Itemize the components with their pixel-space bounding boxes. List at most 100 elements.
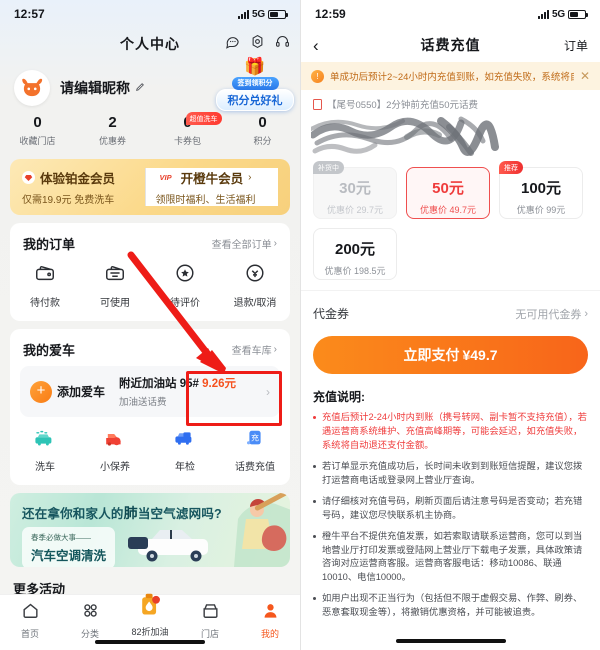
denomination-badge: 推荐 xyxy=(499,161,523,174)
tab-label: 首页 xyxy=(20,629,39,639)
status-indicators: 5G xyxy=(538,9,588,20)
pay-now-button[interactable]: 立即支付 ¥49.7 xyxy=(313,336,588,374)
page-title: 个人中心 xyxy=(120,36,180,52)
tab-label: 门店 xyxy=(200,629,219,639)
battery-icon xyxy=(568,9,588,19)
points-promo-badge[interactable]: 🎁 签到领积分 积分兑好礼 xyxy=(216,58,294,111)
vip-member-block[interactable]: VIP 开橙牛会员 › 领限时福利、生活福利 xyxy=(144,168,278,206)
promo-badge-main: 积分兑好礼 xyxy=(216,89,294,111)
message-icon[interactable] xyxy=(225,34,240,49)
home-indicator xyxy=(95,640,205,644)
stat-label: 卡券包 xyxy=(173,136,201,146)
bullet-icon xyxy=(313,464,316,468)
network-label: 5G xyxy=(252,8,265,20)
stat-item[interactable]: 0 积分 xyxy=(225,114,300,147)
denomination-card-100[interactable]: 推荐 100元 优惠价 99元 xyxy=(499,161,583,219)
banner-title-a: 还在拿你和家人的 xyxy=(22,507,124,521)
stat-label: 优惠券 xyxy=(98,136,126,146)
chevron-right-icon: › xyxy=(584,307,588,320)
tab-label: 分类 xyxy=(80,629,99,639)
chevron-right-icon: › xyxy=(248,172,252,183)
tab-fuel-discount[interactable]: 82折加油 xyxy=(120,593,180,638)
stat-item[interactable]: 超值洗车 0 卡券包 xyxy=(150,112,225,147)
promo-badge-top: 签到领积分 xyxy=(231,76,279,90)
maintenance-icon xyxy=(106,434,121,446)
order-item-unpaid[interactable]: 待付款 xyxy=(10,262,80,309)
refund-icon xyxy=(246,264,264,282)
denomination-amount: 200元 xyxy=(334,241,376,258)
sim-card-icon xyxy=(313,98,322,110)
tab-category[interactable]: 分类 xyxy=(60,601,120,640)
note-text: 如用户出现不正当行为（包括但不限于虚假交易、作弊、刷券、恶意套取现金等），将撤销… xyxy=(322,593,583,618)
coupon-value-group: 无可用代金券 › xyxy=(515,306,588,322)
tab-mine[interactable]: 我的 xyxy=(240,601,300,640)
tab-label: 82折加油 xyxy=(131,627,169,637)
service-car-wash[interactable]: 洗车 xyxy=(10,427,80,473)
notes-title: 充值说明: xyxy=(313,390,365,404)
service-maintenance[interactable]: 小保养 xyxy=(80,427,150,473)
tab-home[interactable]: 首页 xyxy=(0,601,60,640)
order-item-review[interactable]: 待评价 xyxy=(150,262,220,309)
note-item: 若订单显示充值成功后，长时间未收到到账短信提醒，建议您拨打运营商电话或登录网上营… xyxy=(301,460,600,495)
status-time: 12:59 xyxy=(315,7,346,21)
person-icon xyxy=(264,604,276,618)
stat-label: 收藏门店 xyxy=(19,136,56,146)
vip-chip: VIP xyxy=(155,171,176,184)
stat-value: 0 xyxy=(258,114,267,131)
platinum-member-block[interactable]: 体验铂金会员 仅需19.9元 免费洗车 xyxy=(22,168,145,206)
close-icon[interactable]: ✕ xyxy=(580,69,590,83)
platinum-title: 体验铂金会员 xyxy=(40,172,116,186)
denomination-price: 优惠价 29.7元 xyxy=(326,205,384,215)
note-item: 充值后预计2-24小时内到账（携号转网、副卡暂不支持充值），若遇运营商系统维护、… xyxy=(301,411,600,460)
stat-value: 0 xyxy=(33,114,42,131)
order-item-usable[interactable]: 可使用 xyxy=(80,262,150,309)
ac-cleaning-banner[interactable]: 还在拿你和家人的肺当空气滤网吗? 春季必做大事—— 汽车空调清洗 xyxy=(10,493,290,567)
note-item: 请仔细核对充值号码，刷新页面后请注意号码是否变动；若充错号码，建议您尽快联系机主… xyxy=(301,495,600,530)
pay-amount: ¥49.7 xyxy=(462,347,498,363)
tab-store[interactable]: 门店 xyxy=(180,601,240,640)
view-all-orders-link[interactable]: 查看全部订单 › xyxy=(212,236,277,251)
status-time: 12:57 xyxy=(14,7,45,21)
service-inspection[interactable]: 年检 xyxy=(150,427,220,473)
stat-item[interactable]: 0 收藏门店 xyxy=(0,114,75,147)
stats-row: 0 收藏门店 2 优惠券 超值洗车 0 卡券包 0 积分 xyxy=(0,110,300,159)
order-item-refund[interactable]: 退款/取消 xyxy=(220,262,290,309)
stat-item[interactable]: 2 优惠券 xyxy=(75,114,150,147)
banner-tag: 春季必做大事—— 汽车空调清洗 xyxy=(22,527,116,567)
pencil-icon[interactable] xyxy=(135,79,145,97)
settings-icon[interactable] xyxy=(250,34,265,49)
avatar[interactable] xyxy=(14,70,50,106)
header-icon-group xyxy=(225,34,290,49)
mycar-title: 我的爱车 xyxy=(23,343,76,358)
view-all-orders-label: 查看全部订单 xyxy=(211,240,272,251)
platinum-sub: 仅需19.9元 免费洗车 xyxy=(22,195,115,206)
profile-row[interactable]: 请编辑昵称 🎁 签到领积分 积分兑好礼 xyxy=(0,58,300,111)
denomination-amount: 100元 xyxy=(520,180,562,197)
vip-title: 开橙牛会员 xyxy=(180,172,244,186)
coupon-row[interactable]: 代金券 无可用代金券 › xyxy=(301,290,600,332)
denomination-badge: 补货中 xyxy=(313,161,344,174)
phone-recharge-icon: 充 xyxy=(247,430,261,445)
membership-card[interactable]: 体验铂金会员 仅需19.9元 免费洗车 VIP 开橙牛会员 › 领限时福利、生活… xyxy=(10,159,290,215)
plus-icon: + xyxy=(30,380,52,403)
chevron-right-icon: › xyxy=(273,238,277,249)
add-car-button[interactable]: + 添加爱车 xyxy=(30,380,105,403)
view-garage-link[interactable]: 查看车库 › xyxy=(232,342,277,357)
battery-icon xyxy=(268,9,288,19)
bullet-icon xyxy=(313,416,316,419)
view-garage-label: 查看车库 xyxy=(231,346,272,357)
order-item-label: 待评价 xyxy=(170,298,200,309)
denomination-card-50[interactable]: 50元 优惠价 49.7元 xyxy=(406,167,490,219)
annotation-highlight-box xyxy=(186,371,282,426)
denomination-card-200[interactable]: 200元 优惠价 198.5元 xyxy=(313,228,397,280)
notice-banner: ! 单成功后预计2~24小时内充值到账，如充值失败，系统将自动 ✕ xyxy=(301,62,600,90)
service-phone-recharge[interactable]: 充 话费充值 xyxy=(220,427,290,473)
signal-icon xyxy=(538,9,550,19)
bullet-icon xyxy=(313,534,316,538)
svg-text:充: 充 xyxy=(251,432,259,442)
denomination-card-30[interactable]: 补货中 30元 优惠价 29.7元 xyxy=(313,161,397,219)
star-comment-icon xyxy=(176,264,194,282)
orders-link[interactable]: 订单 xyxy=(564,37,588,54)
headset-icon[interactable] xyxy=(275,34,290,49)
stat-badge: 超值洗车 xyxy=(185,112,222,125)
